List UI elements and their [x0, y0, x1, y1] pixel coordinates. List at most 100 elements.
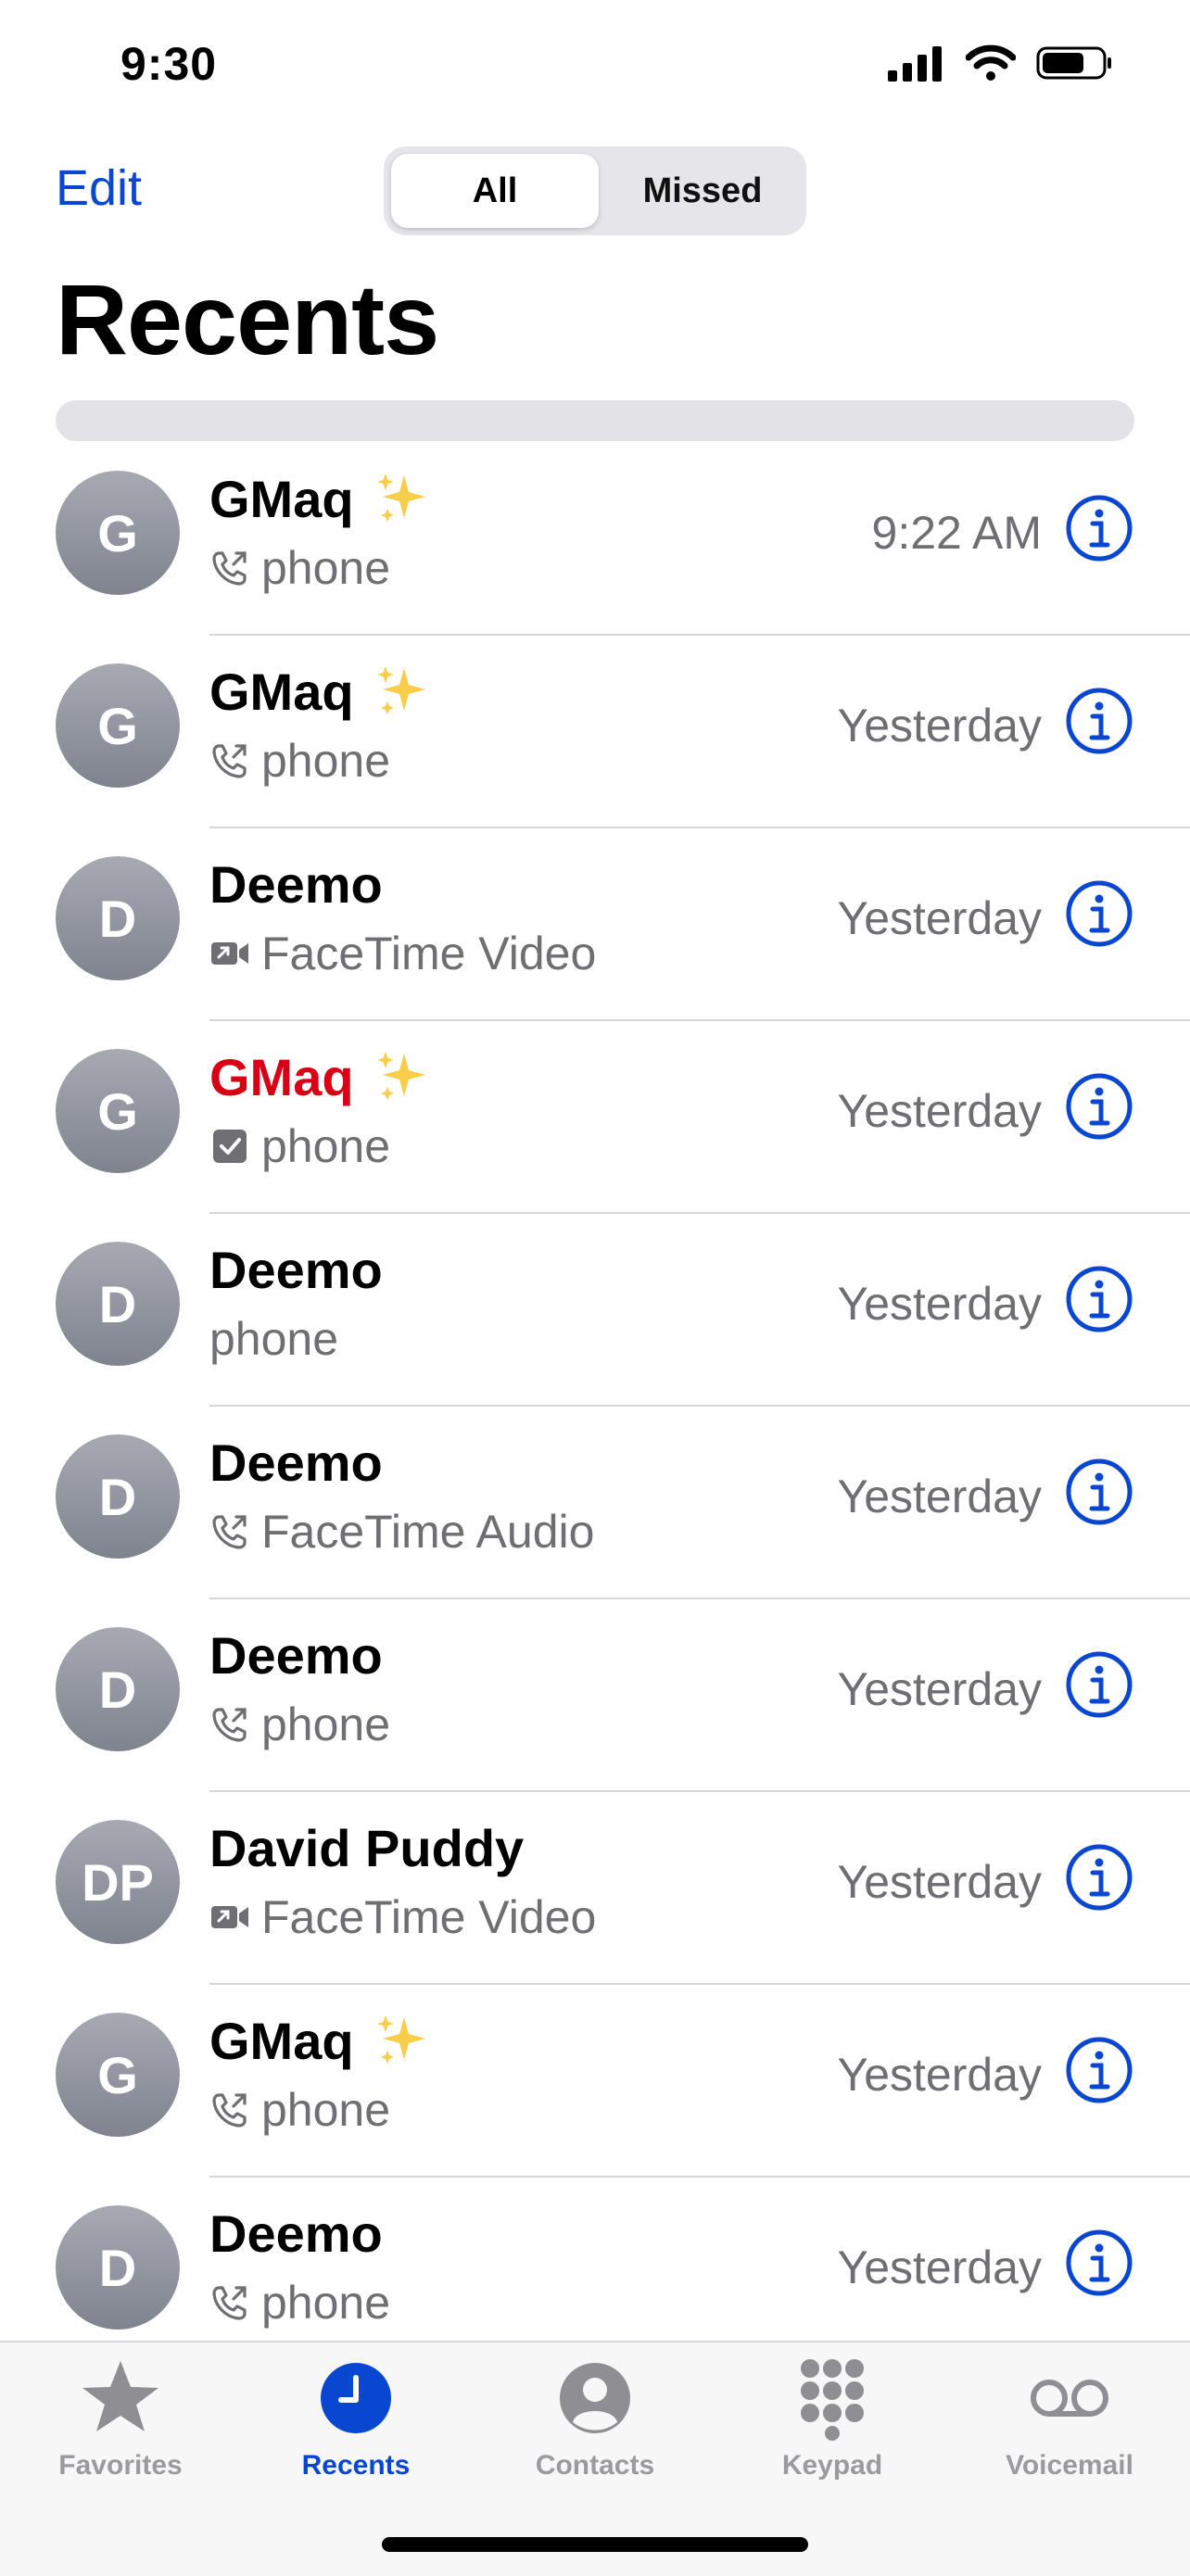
info-icon[interactable] — [1064, 1071, 1134, 1142]
avatar: D — [56, 1242, 180, 1366]
avatar: D — [56, 2205, 180, 2330]
star-icon — [82, 2361, 158, 2431]
status-time: 9:30 — [120, 38, 218, 90]
caller-name-line: GMaq — [209, 1047, 432, 1107]
call-type-line: FaceTime Audio — [209, 1505, 594, 1559]
status-bar: 9:30 — [0, 0, 1190, 130]
call-type: FaceTime Audio — [261, 1506, 595, 1558]
avatar: G — [56, 2013, 180, 2137]
call-type-line: phone — [209, 2083, 390, 2137]
call-time: 9:22 AM — [871, 507, 1042, 559]
edit-button[interactable]: Edit — [56, 159, 142, 217]
info-icon[interactable] — [1064, 1264, 1134, 1334]
call-type: FaceTime Video — [261, 928, 597, 979]
avatar: D — [56, 1627, 180, 1751]
info-icon[interactable] — [1064, 1649, 1134, 1720]
avatar: G — [56, 471, 180, 595]
call-row[interactable]: G GMaq phone Yesterday — [0, 636, 1190, 828]
call-row[interactable]: D Deemo FaceTime Video Yesterday — [0, 828, 1190, 1021]
caller-name: Deemo — [209, 855, 383, 914]
caller-name: GMaq — [209, 2012, 354, 2070]
tab-contacts[interactable]: Contacts — [484, 2355, 706, 2481]
caller-name-line: Deemo — [209, 2203, 383, 2264]
caller-name-line: David Puddy — [209, 1818, 524, 1878]
caller-name: Deemo — [209, 1241, 383, 1299]
caller-name-line: GMaq — [209, 2011, 432, 2071]
call-time: Yesterday — [837, 1471, 1042, 1522]
tab-label-favorites: Favorites — [58, 2450, 183, 2481]
caller-name-line: GMaq — [209, 662, 432, 722]
info-icon[interactable] — [1064, 1842, 1134, 1913]
info-icon[interactable] — [1064, 1457, 1134, 1527]
outgoing-call-icon — [212, 1515, 247, 1549]
call-type: phone — [261, 542, 391, 594]
call-type-line: phone — [209, 1312, 338, 1366]
call-row[interactable]: D Deemo phone Yesterday — [0, 1214, 1190, 1407]
search-bar[interactable] — [56, 400, 1134, 441]
call-row[interactable]: G GMaq phone Yesterday — [0, 1021, 1190, 1214]
call-row[interactable]: G GMaq phone Yesterday — [0, 1985, 1190, 2178]
battery-icon — [1036, 46, 1111, 80]
call-time: Yesterday — [837, 2049, 1042, 2101]
call-type: phone — [209, 1313, 339, 1365]
info-icon[interactable] — [1064, 2228, 1134, 2298]
caller-name: Deemo — [209, 1626, 383, 1685]
call-row[interactable]: D Deemo phone Yesterday — [0, 2178, 1190, 2341]
segment-missed[interactable]: Missed — [606, 154, 799, 228]
outgoing-call-icon — [212, 744, 247, 778]
avatar: D — [56, 1434, 180, 1559]
info-icon[interactable] — [1064, 878, 1134, 949]
info-icon[interactable] — [1064, 686, 1134, 756]
caller-name: Deemo — [209, 1433, 383, 1492]
outgoing-call-icon — [212, 2286, 247, 2320]
call-row[interactable]: D Deemo FaceTime Audio Yesterday — [0, 1407, 1190, 1599]
call-time: Yesterday — [837, 700, 1042, 751]
caller-name: GMaq — [209, 470, 354, 528]
call-type: phone — [261, 735, 391, 787]
avatar: G — [56, 663, 180, 788]
checkbox-icon — [213, 1130, 247, 1163]
call-time: Yesterday — [837, 1085, 1042, 1137]
tab-label-voicemail: Voicemail — [1006, 2450, 1133, 2481]
home-indicator — [382, 2537, 808, 2552]
call-type-line: phone — [209, 734, 390, 788]
call-type-line: phone — [209, 1119, 390, 1173]
sparkles-icon — [376, 665, 425, 714]
avatar: G — [56, 1049, 180, 1173]
call-row[interactable]: DP David Puddy FaceTime Video Yesterday — [0, 1792, 1190, 1985]
tab-recents[interactable]: Recents — [245, 2355, 467, 2481]
segment-all[interactable]: All — [391, 154, 599, 228]
outgoing-call-icon — [212, 551, 247, 586]
person-icon — [560, 2363, 630, 2433]
call-type: phone — [261, 1698, 391, 1750]
info-icon[interactable] — [1064, 493, 1134, 563]
call-row[interactable]: G GMaq phone 9:22 AM — [0, 443, 1190, 636]
caller-name: Deemo — [209, 2204, 383, 2263]
caller-name-line: Deemo — [209, 1240, 383, 1300]
caller-name: GMaq — [209, 1048, 354, 1106]
call-type: phone — [261, 2277, 391, 2329]
status-icons — [888, 44, 1114, 82]
caller-name-line: Deemo — [209, 1625, 383, 1686]
call-type-line: FaceTime Video — [209, 1890, 596, 1944]
tab-label-contacts: Contacts — [535, 2450, 655, 2481]
call-type: phone — [261, 1120, 391, 1172]
call-type-line: phone — [209, 2276, 390, 2330]
caller-name: GMaq — [209, 663, 354, 721]
call-time: Yesterday — [837, 892, 1042, 944]
call-time: Yesterday — [837, 1856, 1042, 1908]
video-call-icon — [211, 942, 248, 965]
info-icon[interactable] — [1064, 2035, 1134, 2105]
call-type: phone — [261, 2084, 391, 2136]
call-type: FaceTime Video — [261, 1891, 597, 1943]
tab-voicemail[interactable]: Voicemail — [958, 2355, 1181, 2481]
tab-keypad[interactable]: Keypad — [721, 2355, 943, 2481]
segmented-control: All Missed — [384, 146, 806, 235]
call-row[interactable]: D Deemo phone Yesterday — [0, 1599, 1190, 1792]
sparkles-icon — [376, 2014, 425, 2064]
call-type-line: phone — [209, 1698, 390, 1751]
caller-name-line: Deemo — [209, 1433, 383, 1493]
tab-favorites[interactable]: Favorites — [9, 2355, 232, 2481]
tab-label-recents: Recents — [301, 2450, 411, 2481]
call-time: Yesterday — [837, 1278, 1042, 1330]
